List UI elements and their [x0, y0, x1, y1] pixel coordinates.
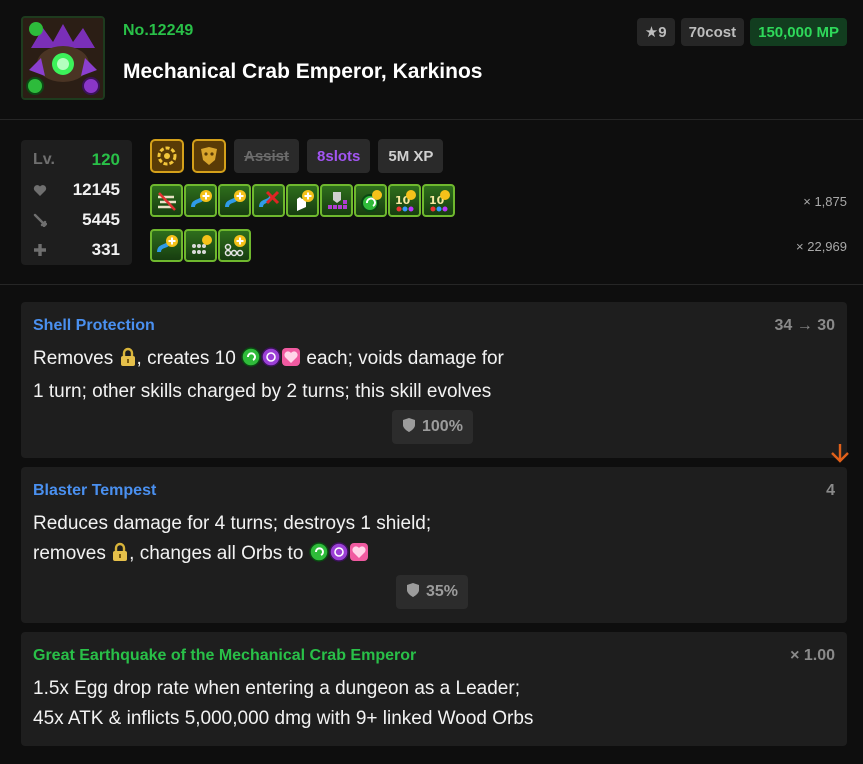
skill-description: Removes , creates 10 each; voids damage …: [33, 344, 833, 407]
lock-icon: [111, 542, 129, 572]
skill-description-line: Removes , creates 10 each; voids damage …: [33, 344, 833, 377]
skill-cooldown: 4: [826, 482, 835, 499]
xp-chip: 5M XP: [378, 139, 444, 173]
skill-text: , changes all Orbs to: [129, 543, 304, 564]
cloud-resist-awakening-icon[interactable]: [150, 184, 183, 217]
skill-description-line: Reduces damage for 4 turns; destroys 1 s…: [33, 513, 432, 534]
leader-skill-title[interactable]: Great Earthquake of the Mechanical Crab …: [33, 647, 416, 665]
blob-plus-awakening-icon[interactable]: [218, 229, 251, 262]
crab-emperor-portrait-icon: [23, 18, 103, 98]
skill-description-line: 1 turn; other skills charged by 2 turns;…: [33, 381, 492, 402]
skill-boost-plus-awakening-icon[interactable]: [150, 229, 183, 262]
shield-icon: [402, 417, 416, 438]
section-divider: [0, 284, 863, 285]
shield-value: 35%: [426, 583, 459, 600]
leader-description-line: 45x ATK & inflicts 5,000,000 dmg with 9+…: [33, 708, 534, 729]
dark-orb-icon: [328, 542, 349, 572]
monster-number: No.12249: [123, 22, 194, 39]
rcv-value: 331: [91, 240, 120, 259]
skill-text: , creates 10: [136, 348, 236, 369]
monster-header: No.12249 Mechanical Crab Emperor, Karkin…: [0, 0, 863, 120]
stat-row-rcv: 331: [33, 235, 120, 265]
ten-combo-plus-awakening-icon[interactable]: 10: [422, 184, 455, 217]
monster-portrait[interactable]: [21, 16, 105, 100]
shield-icon: [406, 582, 420, 603]
level-value: 120: [91, 150, 120, 169]
heart-orb-icon: [349, 542, 369, 572]
shield-chip: 100%: [392, 410, 473, 444]
mp-badge: 150,000 MP: [750, 18, 847, 46]
cost-badge: 70cost: [680, 18, 745, 46]
awakenings-row-1-multiplier: × 1,875: [803, 194, 847, 209]
lock-icon: [119, 347, 137, 377]
leader-description: 1.5x Egg drop rate when entering a dunge…: [33, 674, 833, 734]
rarity-badge: ★9: [636, 18, 675, 46]
monster-name: Mechanical Crab Emperor, Karkinos: [123, 60, 483, 83]
wood-orb-icon: [241, 347, 261, 377]
skill-text: removes: [33, 543, 106, 564]
evolve-arrow-icon: [829, 442, 851, 469]
skill-boost-plus-awakening-icon[interactable]: [184, 184, 217, 217]
skill-description: Reduces damage for 4 turns; destroys 1 s…: [33, 509, 833, 572]
god-type-icon[interactable]: [192, 139, 226, 173]
leader-multiplier: × 1.00: [790, 647, 835, 664]
leader-description-line: 1.5x Egg drop rate when entering a dunge…: [33, 678, 520, 699]
wood-row-plus-awakening-icon[interactable]: [354, 184, 387, 217]
skill-text: Removes: [33, 348, 114, 369]
stat-row-hp: 12145: [33, 175, 120, 205]
skill-description-line: removes , changes all Orbs to: [33, 539, 833, 572]
leader-skill-card: Great Earthquake of the Mechanical Crab …: [21, 632, 847, 746]
slots-chip: 8slots: [307, 139, 371, 173]
dark-orb-icon: [261, 347, 281, 377]
header-badges: ★9 70cost 150,000 MP: [636, 18, 847, 46]
skill-text: each; voids damage for: [306, 348, 504, 369]
no-skyfall-plus-awakening-icon[interactable]: [184, 229, 217, 262]
shield-value: 100%: [422, 418, 463, 435]
l-unlock-awakening-icon[interactable]: [320, 184, 353, 217]
assist-chip: Assist: [234, 139, 300, 173]
active-skill-card: Shell Protection 34 → 30 Removes , creat…: [21, 302, 847, 458]
ten-combo-plus-awakening-icon[interactable]: 10: [388, 184, 421, 217]
plus-icon: [33, 243, 55, 257]
evolved-skill-card: Blaster Tempest 4 Reduces damage for 4 t…: [21, 467, 847, 623]
awakenings-row-2: [150, 229, 251, 262]
sword-icon: [33, 213, 55, 227]
heart-icon: [33, 184, 55, 197]
skill-boost-plus-awakening-icon[interactable]: [218, 184, 251, 217]
hp-value: 12145: [72, 180, 120, 199]
heart-orb-icon: [281, 347, 301, 377]
wood-orb-icon: [308, 542, 329, 572]
awakenings-row-2-multiplier: × 22,969: [796, 239, 847, 254]
skill-cooldown: 34 → 30: [774, 317, 835, 334]
skill-title[interactable]: Shell Protection: [33, 317, 155, 335]
skill-title[interactable]: Blaster Tempest: [33, 482, 156, 500]
machine-type-icon[interactable]: [150, 139, 184, 173]
level-label: Lv.: [33, 151, 55, 168]
time-extend-plus-awakening-icon[interactable]: [286, 184, 319, 217]
shield-chip: 35%: [396, 575, 469, 609]
types-row: Assist 8slots 5M XP: [150, 139, 444, 173]
stat-row-level: Lv. 120: [33, 145, 120, 175]
skill-bind-resist-plus-awakening-icon[interactable]: [252, 184, 285, 217]
atk-value: 5445: [82, 210, 120, 229]
stat-row-atk: 5445: [33, 205, 120, 235]
stats-panel: Lv. 120 12145 5445 331: [21, 140, 132, 265]
awakenings-row-1: 10 10: [150, 184, 455, 217]
